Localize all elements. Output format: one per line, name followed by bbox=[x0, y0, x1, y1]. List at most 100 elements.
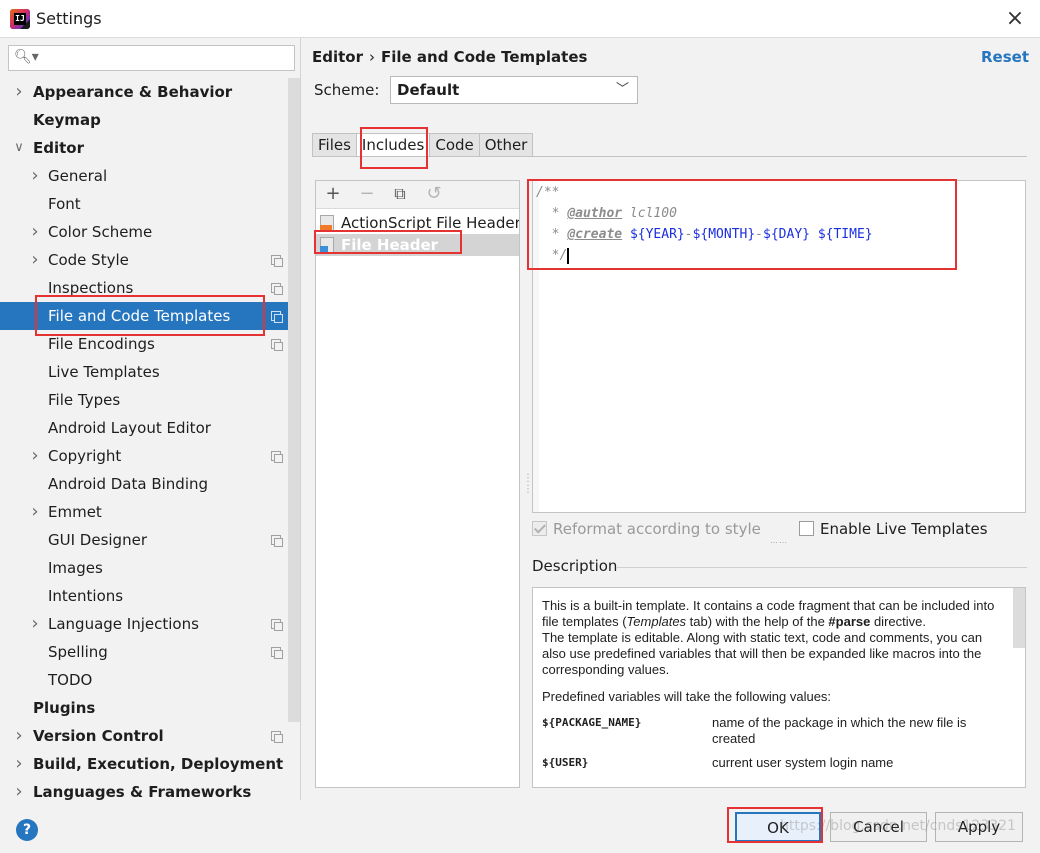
chevron-right-icon[interactable]: › bbox=[12, 722, 26, 750]
author-value: lcl100 bbox=[622, 206, 677, 221]
sidebar-item-android-layout-editor[interactable]: Android Layout Editor bbox=[0, 414, 288, 442]
sidebar-item-label: Intentions bbox=[48, 587, 124, 605]
sidebar-item-label: Plugins bbox=[33, 699, 96, 717]
template-editor[interactable]: /** * @author lcl100 * @create ${YEAR}-$… bbox=[532, 180, 1026, 513]
add-icon[interactable]: + bbox=[322, 183, 344, 205]
sidebar-item-label: Keymap bbox=[33, 111, 101, 129]
live-templates-checkbox[interactable] bbox=[799, 521, 814, 536]
project-scope-icon bbox=[271, 311, 283, 323]
resize-grip[interactable]: ⋯⋯ bbox=[770, 538, 788, 547]
description-panel: This is a built-in template. It contains… bbox=[532, 587, 1026, 788]
template-name: File Header bbox=[341, 236, 439, 254]
tab-files[interactable]: Files bbox=[312, 133, 356, 157]
chevron-right-icon[interactable]: › bbox=[12, 78, 26, 106]
reset-link[interactable]: Reset bbox=[981, 48, 1029, 66]
copy-icon[interactable]: ⧉ bbox=[389, 183, 411, 205]
description-paragraph-1: This is a built-in template. It contains… bbox=[542, 598, 995, 629]
sidebar-scrollbar[interactable] bbox=[288, 78, 300, 722]
intellij-app-icon: IJ bbox=[10, 9, 30, 29]
sidebar-item-label: Font bbox=[48, 195, 81, 213]
sidebar-item-general[interactable]: › General bbox=[0, 162, 288, 190]
sidebar-item-copyright[interactable]: › Copyright bbox=[0, 442, 288, 470]
chevron-right-icon[interactable]: › bbox=[28, 498, 42, 526]
chevron-right-icon[interactable]: › bbox=[28, 442, 42, 470]
sidebar-item-plugins[interactable]: Plugins bbox=[0, 694, 288, 722]
text-caret bbox=[567, 247, 570, 264]
breadcrumb-separator: › bbox=[369, 48, 375, 66]
live-templates-option[interactable]: Enable Live Templates bbox=[799, 520, 988, 538]
revert-icon[interactable]: ↺ bbox=[423, 183, 445, 205]
template-item[interactable]: ActionScript File Header bbox=[316, 212, 519, 234]
sidebar-item-label: Version Control bbox=[33, 727, 164, 745]
sidebar-item-intentions[interactable]: Intentions bbox=[0, 582, 288, 610]
close-icon[interactable]: × bbox=[1002, 6, 1028, 32]
sidebar-item-file-encodings[interactable]: File Encodings bbox=[0, 330, 288, 358]
sidebar-item-label: Build, Execution, Deployment bbox=[33, 755, 284, 773]
editor-line-1: /** bbox=[536, 182, 559, 203]
sidebar-item-todo[interactable]: TODO bbox=[0, 666, 288, 694]
scheme-value: Default bbox=[397, 81, 460, 99]
sidebar-item-color-scheme[interactable]: › Color Scheme bbox=[0, 218, 288, 246]
project-scope-icon bbox=[271, 255, 283, 267]
sidebar-item-editor[interactable]: ∨ Editor bbox=[0, 134, 288, 162]
sidebar-item-inspections[interactable]: Inspections bbox=[0, 274, 288, 302]
chevron-down-icon: ﹀ bbox=[615, 82, 629, 97]
settings-search-input[interactable]: 🔍︎▾ bbox=[8, 45, 295, 71]
tab-includes[interactable]: Includes bbox=[355, 133, 430, 157]
sidebar-item-build-execution-deployment[interactable]: › Build, Execution, Deployment bbox=[0, 750, 288, 778]
reformat-option[interactable]: Reformat according to style bbox=[532, 520, 761, 538]
sidebar-item-file-and-code-templates[interactable]: File and Code Templates bbox=[0, 302, 288, 330]
var-time: ${TIME} bbox=[817, 227, 873, 242]
scheme-select[interactable]: Default ﹀ bbox=[390, 76, 638, 104]
sidebar-item-android-data-binding[interactable]: Android Data Binding bbox=[0, 470, 288, 498]
watermark-text: https://blog.csdn.net/cnds123321 bbox=[780, 818, 1016, 834]
sidebar-item-images[interactable]: Images bbox=[0, 554, 288, 582]
dialog-footer: ? OK Cancel Apply https://blog.csdn.net/… bbox=[0, 800, 1040, 853]
help-icon[interactable]: ? bbox=[16, 819, 38, 841]
sidebar-item-code-style[interactable]: › Code Style bbox=[0, 246, 288, 274]
sidebar-item-gui-designer[interactable]: GUI Designer bbox=[0, 526, 288, 554]
sidebar-item-version-control[interactable]: › Version Control bbox=[0, 722, 288, 750]
splitter-handle[interactable]: ⋮ ⋮ bbox=[523, 473, 533, 495]
sidebar-item-font[interactable]: Font bbox=[0, 190, 288, 218]
editor-line-2: * @author lcl100 bbox=[536, 203, 677, 224]
sidebar-item-keymap[interactable]: Keymap bbox=[0, 106, 288, 134]
template-item[interactable]: File Header bbox=[316, 234, 519, 256]
project-scope-icon bbox=[271, 731, 283, 743]
sidebar-item-emmet[interactable]: › Emmet bbox=[0, 498, 288, 526]
remove-icon[interactable]: − bbox=[356, 183, 378, 205]
variable-description: name of the package in which the new fil… bbox=[712, 715, 967, 746]
sidebar-item-language-injections[interactable]: › Language Injections bbox=[0, 610, 288, 638]
sidebar-item-spelling[interactable]: Spelling bbox=[0, 638, 288, 666]
sidebar-item-label: Color Scheme bbox=[48, 223, 153, 241]
tab-code[interactable]: Code bbox=[429, 133, 479, 157]
sidebar-item-file-types[interactable]: File Types bbox=[0, 386, 288, 414]
chevron-right-icon[interactable]: › bbox=[28, 246, 42, 274]
include-file-icon bbox=[320, 237, 334, 253]
tab-other[interactable]: Other bbox=[478, 133, 534, 157]
sidebar-item-label: Appearance & Behavior bbox=[33, 83, 233, 101]
chevron-right-icon[interactable]: › bbox=[12, 750, 26, 778]
sidebar-item-label: File Types bbox=[48, 391, 121, 409]
author-tag: @author bbox=[567, 206, 623, 221]
description-divider bbox=[617, 567, 1027, 568]
create-tag: @create bbox=[567, 227, 623, 242]
chevron-right-icon[interactable]: › bbox=[28, 218, 42, 246]
comment-open: /** bbox=[536, 185, 560, 200]
sidebar-item-live-templates[interactable]: Live Templates bbox=[0, 358, 288, 386]
template-list-panel: + − ⧉ ↺ ActionScript File Header File Hea… bbox=[315, 180, 520, 788]
template-tabs: Files Includes Code Other bbox=[312, 133, 534, 157]
sidebar-item-appearance-behavior[interactable]: › Appearance & Behavior bbox=[0, 78, 288, 106]
settings-tree: › Appearance & Behavior Keymap ∨ Editor › Gene… bbox=[0, 78, 288, 806]
reformat-checkbox[interactable] bbox=[532, 521, 547, 536]
chevron-right-icon[interactable]: › bbox=[28, 162, 42, 190]
sidebar-item-label: Android Data Binding bbox=[48, 475, 209, 493]
description-scrollbar[interactable] bbox=[1013, 588, 1025, 648]
description-paragraph-2: The template is editable. Along with sta… bbox=[542, 630, 983, 677]
chevron-right-icon[interactable]: › bbox=[28, 610, 42, 638]
project-scope-icon bbox=[271, 647, 283, 659]
project-scope-icon bbox=[271, 451, 283, 463]
reformat-label: Reformat according to style bbox=[553, 520, 761, 538]
actionscript-file-icon bbox=[320, 215, 334, 231]
chevron-down-icon[interactable]: ∨ bbox=[12, 134, 26, 162]
